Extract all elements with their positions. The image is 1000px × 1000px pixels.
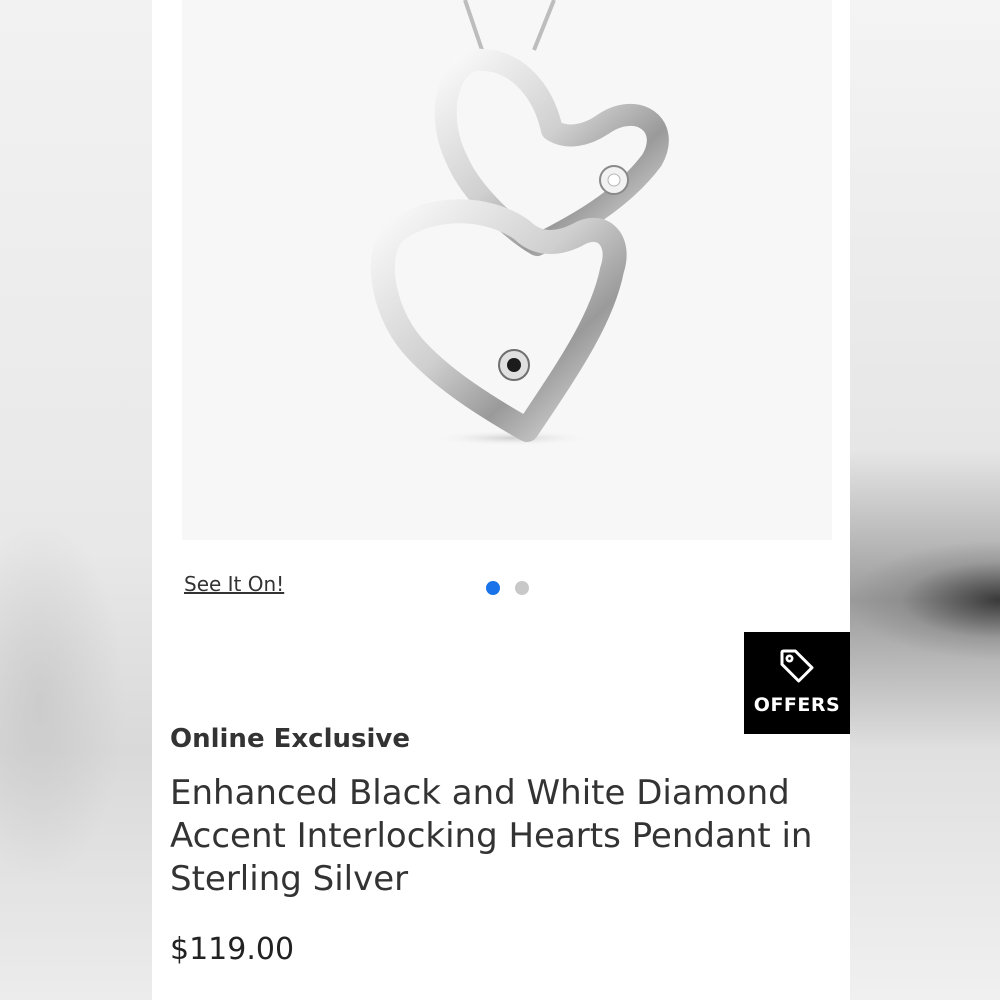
- carousel-dot-2[interactable]: [515, 581, 529, 595]
- product-title: Enhanced Black and White Diamond Accent …: [170, 773, 813, 899]
- product-page: See It On! OFFERS Online Exclusive Enhan…: [152, 0, 850, 1000]
- pendant-illustration: [370, 0, 669, 446]
- see-it-on-link[interactable]: See It On!: [184, 572, 284, 596]
- product-image[interactable]: [182, 0, 832, 540]
- product-price: $119.00: [170, 932, 295, 967]
- blurred-background-right: [850, 0, 1000, 1000]
- carousel-indicators: [486, 581, 529, 595]
- tag-icon: [780, 649, 814, 683]
- carousel-dot-1[interactable]: [486, 581, 500, 595]
- offers-label: OFFERS: [753, 694, 841, 716]
- offers-button[interactable]: OFFERS: [744, 632, 850, 734]
- blurred-background-left: [0, 0, 152, 1000]
- online-exclusive-label: Online Exclusive: [170, 724, 410, 754]
